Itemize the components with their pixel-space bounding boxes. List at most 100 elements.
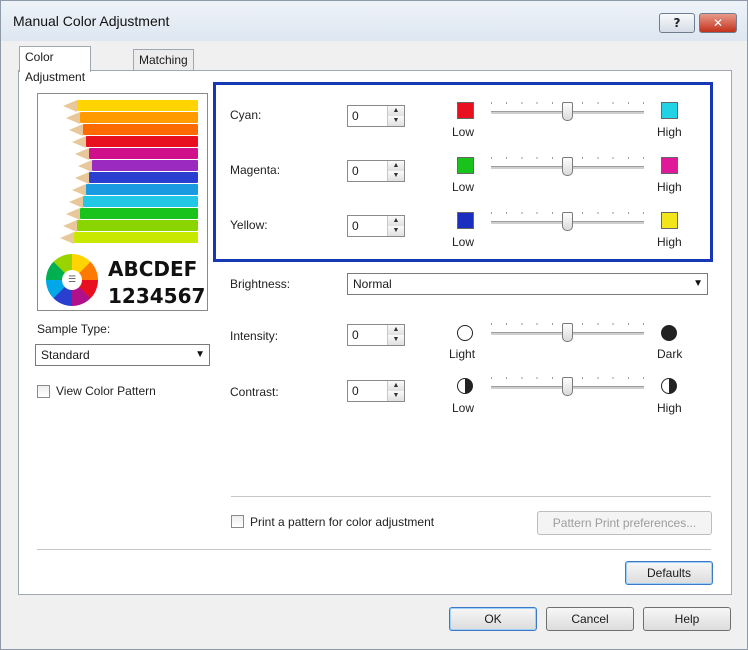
pencil-tip [63, 219, 77, 232]
low-label: Low [452, 125, 475, 139]
sample-type-value: Standard [41, 348, 90, 362]
view-color-pattern-checkbox[interactable] [37, 385, 50, 398]
dark-icon [661, 325, 677, 341]
high-label: High [657, 180, 682, 194]
intensity-high-label: Dark [657, 347, 683, 361]
contrast-spinner[interactable]: 0 ▲ ▼ [347, 380, 405, 402]
title-bar[interactable]: Manual Color Adjustment ? ✕ [1, 1, 747, 41]
spin-down-icon[interactable]: ▼ [387, 226, 404, 236]
contrast-low-icon [457, 378, 473, 394]
tab-color-adjustment[interactable]: Color Adjustment [19, 46, 92, 84]
pencil [86, 136, 198, 147]
contrast-high-icon [661, 378, 677, 394]
view-color-pattern-label: View Color Pattern [56, 384, 156, 398]
spin-up-icon[interactable]: ▲ [387, 106, 404, 116]
pencil-tip [72, 135, 86, 148]
spin-down-icon[interactable]: ▼ [387, 391, 404, 401]
pencil [83, 124, 198, 135]
tab-matching[interactable]: Matching [133, 49, 194, 71]
pencil-tip [63, 99, 77, 112]
close-icon[interactable]: ✕ [699, 13, 737, 33]
print-pattern-checkbox[interactable] [231, 515, 244, 528]
pencil [89, 172, 198, 183]
contrast-high-label: High [657, 401, 682, 415]
pencil-tip [78, 159, 92, 172]
magenta-value: 0 [352, 164, 359, 178]
pencil-tip [69, 195, 83, 208]
contrast-value: 0 [352, 384, 359, 398]
pencil-tip [66, 207, 80, 220]
high-color-swatch [661, 212, 678, 229]
pattern-print-preferences-button[interactable]: Pattern Print preferences... [537, 511, 712, 535]
yellow-label: Yellow: [230, 218, 268, 232]
low-label: Low [452, 235, 475, 249]
yellow-slider-thumb[interactable] [561, 212, 573, 231]
intensity-low-label: Light [449, 347, 476, 361]
brightness-value: Normal [353, 277, 392, 291]
spin-down-icon[interactable]: ▼ [387, 171, 404, 181]
preview-letters: ABCDEF [108, 257, 198, 281]
spin-up-icon[interactable]: ▲ [387, 381, 404, 391]
pencil [77, 100, 198, 111]
intensity-spinner[interactable]: 0 ▲ ▼ [347, 324, 405, 346]
high-color-swatch [661, 157, 678, 174]
contrast-low-label: Low [452, 401, 475, 415]
wheel-center-icon: ☰ [62, 270, 82, 290]
defaults-button[interactable]: Defaults [625, 561, 713, 585]
print-pattern-label: Print a pattern for color adjustment [250, 515, 435, 529]
contrast-slider-thumb[interactable] [561, 377, 573, 396]
contrast-label: Contrast: [230, 385, 279, 399]
low-color-swatch [457, 212, 474, 229]
cyan-slider-thumb[interactable] [561, 102, 573, 121]
separator [37, 549, 711, 550]
pencil [74, 232, 198, 243]
pencil [77, 220, 198, 231]
yellow-value: 0 [352, 219, 359, 233]
magenta-slider-thumb[interactable] [561, 157, 573, 176]
cancel-button[interactable]: Cancel [546, 607, 634, 631]
manual-color-adjustment-dialog: Manual Color Adjustment ? ✕ Color Adjust… [0, 0, 748, 650]
light-icon [457, 325, 473, 341]
pencil [80, 208, 198, 219]
intensity-value: 0 [352, 328, 359, 342]
help-button[interactable]: Help [643, 607, 731, 631]
spin-up-icon[interactable]: ▲ [387, 161, 404, 171]
pencil-tip [69, 123, 83, 136]
yellow-spinner[interactable]: 0 ▲ ▼ [347, 215, 405, 237]
cyan-label: Cyan: [230, 108, 262, 122]
pencil [92, 160, 198, 171]
color-wheel-icon: ☰ [46, 254, 98, 306]
brightness-select[interactable]: Normal ▼ [347, 273, 708, 295]
sample-type-select[interactable]: Standard ▼ [35, 344, 210, 366]
magenta-spinner[interactable]: 0 ▲ ▼ [347, 160, 405, 182]
window-title: Manual Color Adjustment [13, 13, 170, 29]
spin-up-icon[interactable]: ▲ [387, 216, 404, 226]
preview-numbers: 1234567 [108, 284, 206, 308]
pencil [80, 112, 198, 123]
low-color-swatch [457, 102, 474, 119]
spin-down-icon[interactable]: ▼ [387, 116, 404, 126]
magenta-label: Magenta: [230, 163, 281, 177]
high-label: High [657, 235, 682, 249]
pencil-tip [75, 147, 89, 160]
separator [231, 496, 711, 497]
ok-button[interactable]: OK [449, 607, 537, 631]
pencil-tip [66, 111, 80, 124]
cyan-value: 0 [352, 109, 359, 123]
pencil-tip [75, 171, 89, 184]
help-icon[interactable]: ? [659, 13, 695, 33]
low-label: Low [452, 180, 475, 194]
chevron-down-icon: ▼ [693, 278, 703, 289]
brightness-label: Brightness: [230, 277, 291, 291]
pencil-tip [60, 231, 74, 244]
high-color-swatch [661, 102, 678, 119]
spin-up-icon[interactable]: ▲ [387, 325, 404, 335]
color-preview: ☰ ABCDEF 1234567 [37, 93, 208, 311]
intensity-slider-thumb[interactable] [561, 323, 573, 342]
pencil [89, 148, 198, 159]
cyan-spinner[interactable]: 0 ▲ ▼ [347, 105, 405, 127]
sample-type-label: Sample Type: [37, 322, 111, 336]
high-label: High [657, 125, 682, 139]
spin-down-icon[interactable]: ▼ [387, 335, 404, 345]
pencil [83, 196, 198, 207]
